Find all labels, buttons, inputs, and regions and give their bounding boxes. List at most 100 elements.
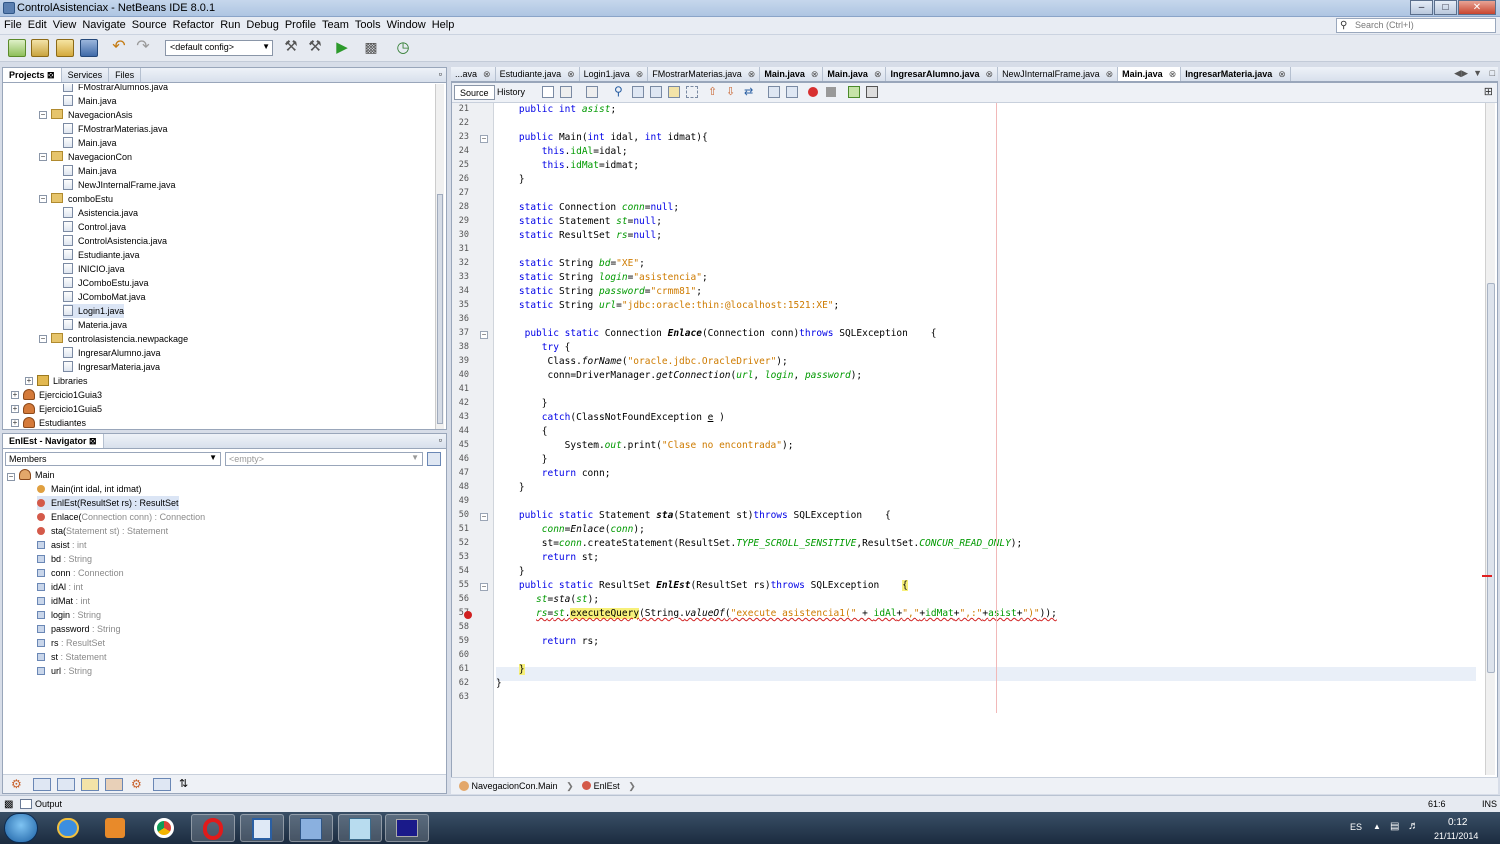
tab-projects[interactable]: Projects ⊠ (3, 68, 62, 82)
project-tree-item[interactable]: Login1.java (63, 304, 125, 318)
navigator-member[interactable]: rs : ResultSet (37, 636, 105, 650)
editor-tab[interactable]: FMostrarMaterias.java ⊗ (648, 67, 761, 81)
clock-date[interactable]: 21/11/2014 (1434, 831, 1478, 841)
expand-toggle-icon[interactable]: + (25, 377, 33, 385)
project-tree-item[interactable]: Main.java (63, 164, 117, 178)
project-tree-item[interactable]: NewJInternalFrame.java (63, 178, 176, 192)
maximize-button[interactable]: □ (1434, 0, 1457, 15)
close-button[interactable]: ✕ (1458, 0, 1496, 15)
filter-inner-icon[interactable] (105, 778, 123, 791)
project-tree-item[interactable]: Ejercicio1Guia3 (23, 388, 102, 402)
clean-build-icon[interactable]: ⚒ (306, 39, 324, 57)
code-line[interactable]: rs=st.executeQuery(String.valueOf("execu… (496, 607, 1057, 621)
minimize-button[interactable]: – (1410, 0, 1433, 15)
navigator-member[interactable]: login : String (37, 608, 101, 622)
shift-left-icon[interactable] (768, 86, 780, 98)
close-tab-icon[interactable]: ⊗ (748, 69, 756, 79)
project-tree-item[interactable]: IngresarAlumno.java (63, 346, 161, 360)
navigator-member[interactable]: idAl : int (37, 580, 83, 594)
network-icon[interactable]: ▤ (1390, 821, 1399, 832)
previous-bookmark-icon[interactable]: ⇧ (708, 85, 717, 98)
code-line[interactable]: public static Connection Enlace(Connecti… (496, 327, 937, 341)
config-select[interactable]: <default config> ▼ (165, 40, 273, 56)
redo-icon[interactable]: ↷ (134, 39, 152, 57)
code-line[interactable]: public int asist; (496, 103, 616, 117)
code-line[interactable]: static String url="jdbc:oracle:thin:@loc… (496, 299, 839, 313)
menu-edit[interactable]: Edit (25, 17, 50, 31)
menu-tools[interactable]: Tools (352, 17, 384, 31)
members-filter-select[interactable]: Members ▼ (5, 452, 221, 466)
expand-toggle-icon[interactable]: − (39, 335, 47, 343)
editor-tab[interactable]: IngresarMateria.java ⊗ (1181, 67, 1291, 81)
menu-file[interactable]: File (0, 17, 25, 31)
project-tree-item[interactable]: JComboMat.java (63, 290, 146, 304)
profile-icon[interactable]: ◷ (394, 39, 412, 57)
project-tree-scrollbar[interactable] (435, 84, 444, 429)
project-tree-item[interactable]: comboEstu (51, 192, 113, 206)
expand-toggle-icon[interactable]: + (11, 419, 19, 427)
code-line[interactable]: public static ResultSet EnlEst(ResultSet… (496, 579, 908, 593)
fold-toggle-icon[interactable]: − (480, 513, 488, 521)
expand-toggle-icon[interactable]: − (39, 195, 47, 203)
volume-icon[interactable]: ♬ (1408, 820, 1419, 832)
scroll-tabs-icon[interactable]: ◀▶ (1454, 68, 1468, 79)
back-icon[interactable] (560, 86, 572, 98)
fold-toggle-icon[interactable]: − (480, 135, 488, 143)
find-next-icon[interactable] (650, 86, 662, 98)
project-tree-item[interactable]: ControlAsistencia.java (63, 234, 167, 248)
editor-tab[interactable]: NewJInternalFrame.java ⊗ (998, 67, 1119, 81)
expand-toggle-icon[interactable]: + (11, 391, 19, 399)
menu-team[interactable]: Team (319, 17, 352, 31)
project-tree-item[interactable]: Libraries (37, 374, 88, 388)
toggle-rect-selection-icon[interactable] (686, 86, 698, 98)
navigator-member[interactable]: idMat : int (37, 594, 90, 608)
project-tree-item[interactable]: IngresarMateria.java (63, 360, 160, 374)
shift-right-icon[interactable] (786, 86, 798, 98)
editor-tab[interactable]: Login1.java ⊗ (580, 67, 649, 81)
new-file-icon[interactable] (8, 39, 26, 57)
editor-tab[interactable]: IngresarAlumno.java ⊗ (886, 67, 999, 81)
editor-tab[interactable]: Main.java ⊗ (1118, 67, 1182, 81)
filter-static-icon[interactable] (57, 778, 75, 791)
editor-tab[interactable]: Estudiante.java ⊗ (496, 67, 580, 81)
navigator-member[interactable]: EnlEst(ResultSet rs) : ResultSet (37, 496, 179, 510)
taskbar-sqlplus-icon[interactable] (385, 814, 429, 842)
project-tree-item[interactable]: Ejercicio1Guia5 (23, 402, 102, 416)
project-tree-item[interactable]: NavegacionCon (51, 150, 132, 164)
search-input[interactable]: ⚲ Search (Ctrl+I) (1336, 18, 1496, 33)
project-tree-item[interactable]: FMostrarMaterias.java (63, 122, 168, 136)
close-tab-icon[interactable]: ⊗ (811, 69, 819, 79)
menu-profile[interactable]: Profile (282, 17, 319, 31)
clock-time[interactable]: 0:12 (1448, 817, 1467, 828)
project-tree-item[interactable]: FMostrarAlumnos.java (63, 84, 168, 94)
code-line[interactable]: } (496, 565, 525, 579)
scroll-thumb[interactable] (1487, 283, 1495, 673)
stop-macro-icon[interactable] (826, 87, 836, 97)
close-tab-icon[interactable]: ⊗ (1106, 69, 1114, 79)
code-line[interactable]: static Connection conn=null; (496, 201, 679, 215)
tab-navigator[interactable]: EnlEst - Navigator ⊠ (3, 434, 104, 448)
menu-window[interactable]: Window (384, 17, 429, 31)
history-view-button[interactable]: History (492, 85, 530, 100)
breadcrumb-item-class[interactable]: NavegacionCon.Main (472, 781, 558, 791)
expand-icon[interactable]: ⚙ (131, 777, 142, 791)
code-area[interactable]: public int asist; public Main(int idal, … (496, 103, 1476, 793)
fold-toggle-icon[interactable]: − (480, 583, 488, 591)
minimize-panel-icon[interactable]: ▫ (439, 69, 442, 79)
start-macro-icon[interactable] (808, 87, 818, 97)
build-hammer-icon[interactable]: ⚒ (282, 39, 300, 57)
project-tree-item[interactable]: INICIO.java (63, 262, 125, 276)
empty-filter-select[interactable]: <empty> ▼ (225, 452, 423, 466)
show-opened-documents-icon[interactable]: ▼ (1473, 68, 1482, 78)
menu-help[interactable]: Help (429, 17, 458, 31)
tab-services[interactable]: Services (62, 68, 110, 82)
filter-fields-icon[interactable] (33, 778, 51, 791)
code-line[interactable]: static String login="asistencia"; (496, 271, 708, 285)
taskbar-chrome-icon[interactable] (142, 814, 186, 842)
project-tree-item[interactable]: controlasistencia.newpackage (51, 332, 188, 346)
project-tree-item[interactable]: JComboEstu.java (63, 276, 149, 290)
minimize-panel-icon[interactable]: ▫ (439, 435, 442, 445)
save-all-icon[interactable] (80, 39, 98, 57)
code-line[interactable]: } (496, 397, 548, 411)
show-inherited-icon[interactable]: ⚙ (11, 777, 22, 791)
